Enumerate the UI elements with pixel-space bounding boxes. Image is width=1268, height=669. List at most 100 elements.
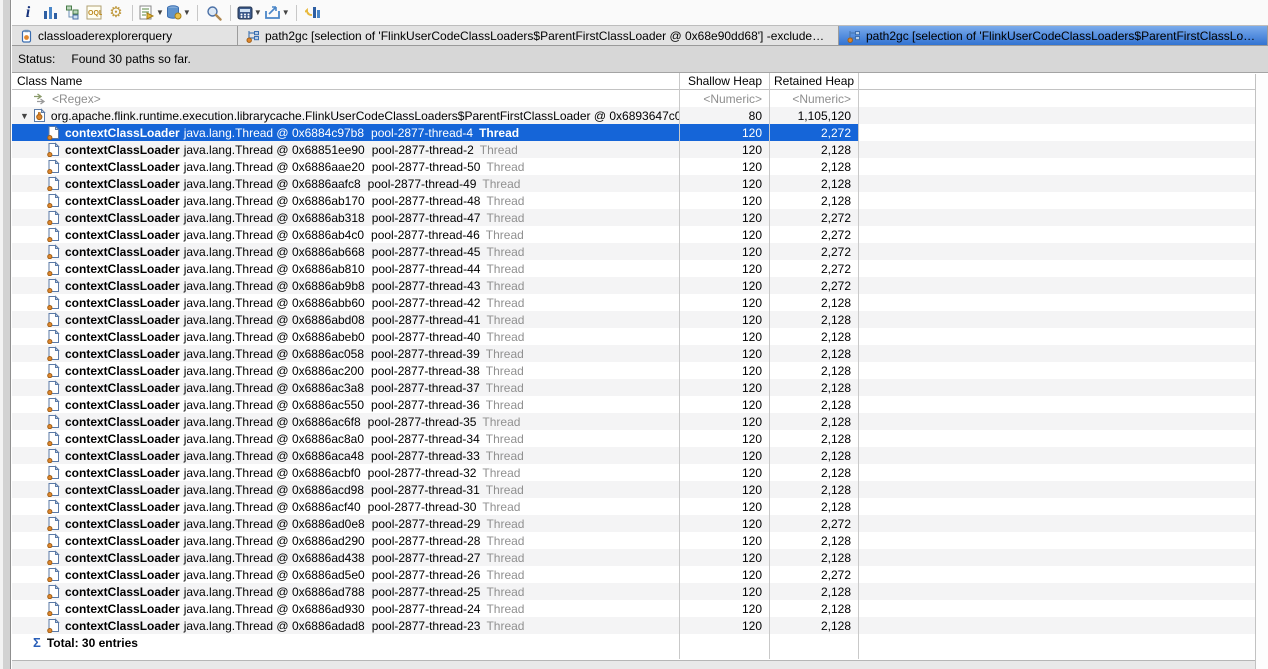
thread-row[interactable]: contextClassLoaderjava.lang.Thread @ 0x6… [12, 158, 1268, 175]
thread-row[interactable]: contextClassLoaderjava.lang.Thread @ 0x6… [12, 583, 1268, 600]
histogram-icon[interactable] [39, 2, 61, 23]
tab-1[interactable]: classloaderexplorerquery [12, 26, 238, 45]
export-icon-dropdown-arrow[interactable]: ▼ [282, 9, 290, 17]
thread-suffix: Thread [480, 143, 518, 157]
thread-row[interactable]: contextClassLoaderjava.lang.Thread @ 0x6… [12, 175, 1268, 192]
status-value: Found 30 paths so far. [71, 52, 190, 66]
total-label: Total: 30 entries [47, 636, 138, 650]
thread-row[interactable]: contextClassLoaderjava.lang.Thread @ 0x6… [12, 498, 1268, 515]
thread-suffix: Thread [486, 534, 524, 548]
regex-filter-field[interactable]: <Regex> [52, 92, 101, 106]
thread-name: pool-2877-thread-30 [368, 500, 477, 514]
expand-collapse-icon[interactable]: ▼ [20, 111, 29, 121]
horizontal-scrollbar[interactable] [12, 660, 1255, 669]
thread-object-icon [47, 380, 60, 395]
thread-row[interactable]: contextClassLoaderjava.lang.Thread @ 0x6… [12, 447, 1268, 464]
shallow-heap-value: 120 [679, 211, 769, 225]
thread-row[interactable]: contextClassLoaderjava.lang.Thread @ 0x6… [12, 481, 1268, 498]
thread-object-icon [47, 448, 60, 463]
thread-row[interactable]: contextClassLoaderjava.lang.Thread @ 0x6… [12, 192, 1268, 209]
numeric-filter-shallow[interactable]: <Numeric> [679, 92, 769, 106]
field-name: contextClassLoader [65, 551, 180, 565]
field-name: contextClassLoader [65, 330, 180, 344]
field-name: contextClassLoader [65, 347, 180, 361]
column-separator-1[interactable] [679, 73, 680, 659]
thread-row[interactable]: contextClassLoaderjava.lang.Thread @ 0x6… [12, 243, 1268, 260]
export-icon[interactable]: ▼ [263, 2, 291, 23]
thread-row[interactable]: contextClassLoaderjava.lang.Thread @ 0x6… [12, 464, 1268, 481]
thread-row[interactable]: contextClassLoaderjava.lang.Thread @ 0x6… [12, 600, 1268, 617]
column-header-retained-heap[interactable]: Retained Heap [769, 74, 858, 88]
tab-2[interactable]: path2gc [selection of 'FlinkUserCodeClas… [238, 26, 839, 45]
thread-object-icon [47, 142, 60, 157]
column-header-shallow-heap[interactable]: Shallow Heap [679, 74, 769, 88]
thread-object-icon [47, 176, 60, 191]
thread-row[interactable]: contextClassLoaderjava.lang.Thread @ 0x6… [12, 379, 1268, 396]
thread-row[interactable]: contextClassLoaderjava.lang.Thread @ 0x6… [12, 362, 1268, 379]
thread-row[interactable]: contextClassLoaderjava.lang.Thread @ 0x6… [12, 226, 1268, 243]
filter-row[interactable]: <Regex> <Numeric> <Numeric> [12, 90, 1268, 107]
vertical-scrollbar[interactable] [1255, 74, 1268, 669]
search-icon[interactable] [203, 2, 225, 23]
calculator-icon-dropdown-arrow[interactable]: ▼ [254, 9, 262, 17]
retained-heap-value: 2,128 [769, 194, 858, 208]
dominator-tree-icon[interactable] [61, 2, 83, 23]
thread-name: pool-2877-thread-37 [371, 381, 480, 395]
thread-name: pool-2877-thread-41 [372, 313, 481, 327]
thread-overview-icon[interactable]: ⚙ [105, 2, 127, 23]
field-name: contextClassLoader [65, 500, 180, 514]
thread-row[interactable]: contextClassLoaderjava.lang.Thread @ 0x6… [12, 515, 1268, 532]
calculator-icon[interactable]: ▼ [236, 2, 263, 23]
oql-icon[interactable]: OQL [83, 2, 105, 23]
object-type-address: java.lang.Thread @ 0x6886ad5e0 [184, 568, 365, 582]
object-type-address: java.lang.Thread @ 0x6886aca48 [184, 449, 364, 463]
thread-row[interactable]: contextClassLoaderjava.lang.Thread @ 0x6… [12, 396, 1268, 413]
thread-row[interactable]: contextClassLoaderjava.lang.Thread @ 0x6… [12, 209, 1268, 226]
thread-suffix: Thread [486, 245, 524, 259]
thread-row[interactable]: contextClassLoaderjava.lang.Thread @ 0x6… [12, 532, 1268, 549]
column-separator-2[interactable] [769, 73, 770, 659]
thread-row[interactable]: contextClassLoaderjava.lang.Thread @ 0x6… [12, 277, 1268, 294]
tab-3-selected[interactable]: path2gc [selection of 'FlinkUserCodeClas… [839, 26, 1268, 45]
shallow-heap-value: 120 [679, 449, 769, 463]
shallow-heap-value: 120 [679, 330, 769, 344]
thread-row[interactable]: contextClassLoaderjava.lang.Thread @ 0x6… [12, 294, 1268, 311]
thread-row[interactable]: contextClassLoaderjava.lang.Thread @ 0x6… [12, 413, 1268, 430]
thread-row[interactable]: contextClassLoaderjava.lang.Thread @ 0x6… [12, 430, 1268, 447]
report-icon[interactable] [302, 2, 324, 23]
shallow-heap-value: 120 [679, 585, 769, 599]
thread-object-icon [47, 567, 60, 582]
retained-heap-value: 2,128 [769, 483, 858, 497]
thread-suffix: Thread [486, 364, 524, 378]
thread-row[interactable]: contextClassLoaderjava.lang.Thread @ 0x6… [12, 345, 1268, 362]
thread-row-selected[interactable]: contextClassLoaderjava.lang.Thread @ 0x6… [12, 124, 1268, 141]
run-expert-test-icon[interactable]: ▼ [138, 2, 165, 23]
query-browser-icon-dropdown-arrow[interactable]: ▼ [183, 9, 191, 17]
classloader-root-row[interactable]: ▼ org.apache.flink.runtime.execution.lib… [12, 107, 1268, 124]
object-type-address: java.lang.Thread @ 0x68851ee90 [184, 143, 365, 157]
retained-heap-value: 2,272 [769, 126, 858, 140]
object-type-address: java.lang.Thread @ 0x6886ab170 [184, 194, 365, 208]
thread-suffix: Thread [486, 619, 524, 633]
run-expert-test-icon-dropdown-arrow[interactable]: ▼ [156, 9, 164, 17]
thread-suffix: Thread [486, 262, 524, 276]
field-name: contextClassLoader [65, 534, 180, 548]
query-browser-icon[interactable]: ▼ [165, 2, 192, 23]
thread-name: pool-2877-thread-2 [372, 143, 474, 157]
column-separator-3[interactable] [858, 73, 859, 659]
retained-heap-value: 2,128 [769, 364, 858, 378]
thread-row[interactable]: contextClassLoaderjava.lang.Thread @ 0x6… [12, 617, 1268, 634]
field-name: contextClassLoader [65, 245, 180, 259]
thread-name: pool-2877-thread-38 [371, 364, 480, 378]
info-icon[interactable]: i [17, 2, 39, 23]
tab-label: path2gc [selection of 'FlinkUserCodeClas… [866, 29, 1259, 43]
thread-row[interactable]: contextClassLoaderjava.lang.Thread @ 0x6… [12, 141, 1268, 158]
thread-object-icon [47, 159, 60, 174]
column-header-class-name[interactable]: Class Name [12, 74, 679, 88]
numeric-filter-retained[interactable]: <Numeric> [769, 92, 858, 106]
thread-row[interactable]: contextClassLoaderjava.lang.Thread @ 0x6… [12, 311, 1268, 328]
thread-row[interactable]: contextClassLoaderjava.lang.Thread @ 0x6… [12, 566, 1268, 583]
thread-row[interactable]: contextClassLoaderjava.lang.Thread @ 0x6… [12, 260, 1268, 277]
thread-row[interactable]: contextClassLoaderjava.lang.Thread @ 0x6… [12, 328, 1268, 345]
thread-row[interactable]: contextClassLoaderjava.lang.Thread @ 0x6… [12, 549, 1268, 566]
